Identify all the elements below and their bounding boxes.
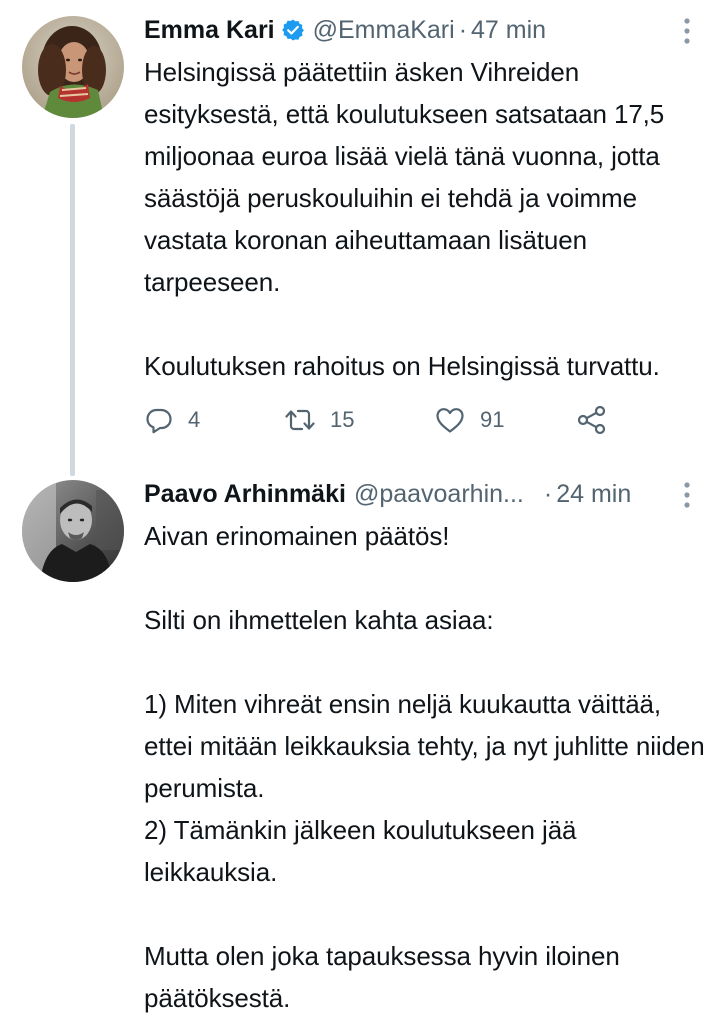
reply-count: 4 [188, 407, 201, 432]
separator-dot: · [543, 479, 553, 508]
tweet-paavo-arhinmaki[interactable]: Paavo Arhinmäki @paavoarhin... · 24 min … [0, 462, 721, 1023]
tweet-header: Paavo Arhinmäki @paavoarhin... · 24 min [144, 474, 701, 514]
tweet-paragraph: Mutta olen joka tapauksessa hyvin iloine… [144, 941, 620, 1013]
tweet-actions: 4 15 91 [144, 400, 624, 440]
tweet-paragraph: Koulutuksen rahoitus on Helsingissä turv… [144, 351, 660, 381]
tweet-header: Emma Kari @EmmaKari · 47 min [144, 10, 701, 50]
heart-icon [434, 405, 466, 435]
author-handle[interactable]: @EmmaKari [313, 16, 455, 45]
share-button[interactable] [576, 400, 608, 440]
share-icon [576, 404, 608, 436]
tweet-paragraph: Silti on ihmettelen kahta asiaa: [144, 605, 494, 635]
avatar-emma-kari[interactable] [22, 16, 124, 118]
tweet-text: Helsingissä päätettiin äsken Vihreiden e… [144, 51, 707, 387]
avatar-paavo-arhinmaki[interactable] [22, 480, 124, 582]
tweet-paragraph: 1) Miten vihreät ensin neljä kuukautta v… [144, 689, 705, 803]
avatar-photo [22, 16, 124, 118]
retweet-button[interactable]: 15 [284, 400, 354, 440]
reply-icon [144, 405, 174, 435]
tweet-paragraph: Aivan erinomainen päätös! [144, 521, 450, 551]
separator-dot: · [458, 15, 468, 44]
tweet-text: Aivan erinomainen päätös! Silti on ihmet… [144, 515, 707, 1019]
author-handle[interactable]: @paavoarhin... [354, 480, 524, 509]
verified-badge-icon [281, 18, 305, 42]
reply-button[interactable]: 4 [144, 400, 200, 440]
tweet-timestamp[interactable]: 24 min [556, 480, 631, 509]
author-name[interactable]: Emma Kari [144, 16, 275, 45]
like-count: 91 [480, 407, 505, 432]
more-vertical-icon[interactable] [683, 480, 691, 510]
author-name[interactable]: Paavo Arhinmäki [144, 480, 346, 509]
more-vertical-icon[interactable] [683, 16, 691, 46]
retweet-count: 15 [330, 407, 355, 432]
avatar-photo [22, 480, 124, 582]
thread-connector-line [70, 124, 75, 476]
tweet-paragraph: 2) Tämänkin jälkeen koulutukseen jää lei… [144, 815, 577, 887]
tweet-paragraph: Helsingissä päätettiin äsken Vihreiden e… [144, 57, 665, 297]
tweet-emma-kari[interactable]: Emma Kari @EmmaKari · 47 min Helsingissä… [0, 0, 721, 476]
tweet-timestamp[interactable]: 47 min [471, 16, 546, 45]
like-button[interactable]: 91 [434, 400, 504, 440]
retweet-icon [284, 405, 316, 435]
